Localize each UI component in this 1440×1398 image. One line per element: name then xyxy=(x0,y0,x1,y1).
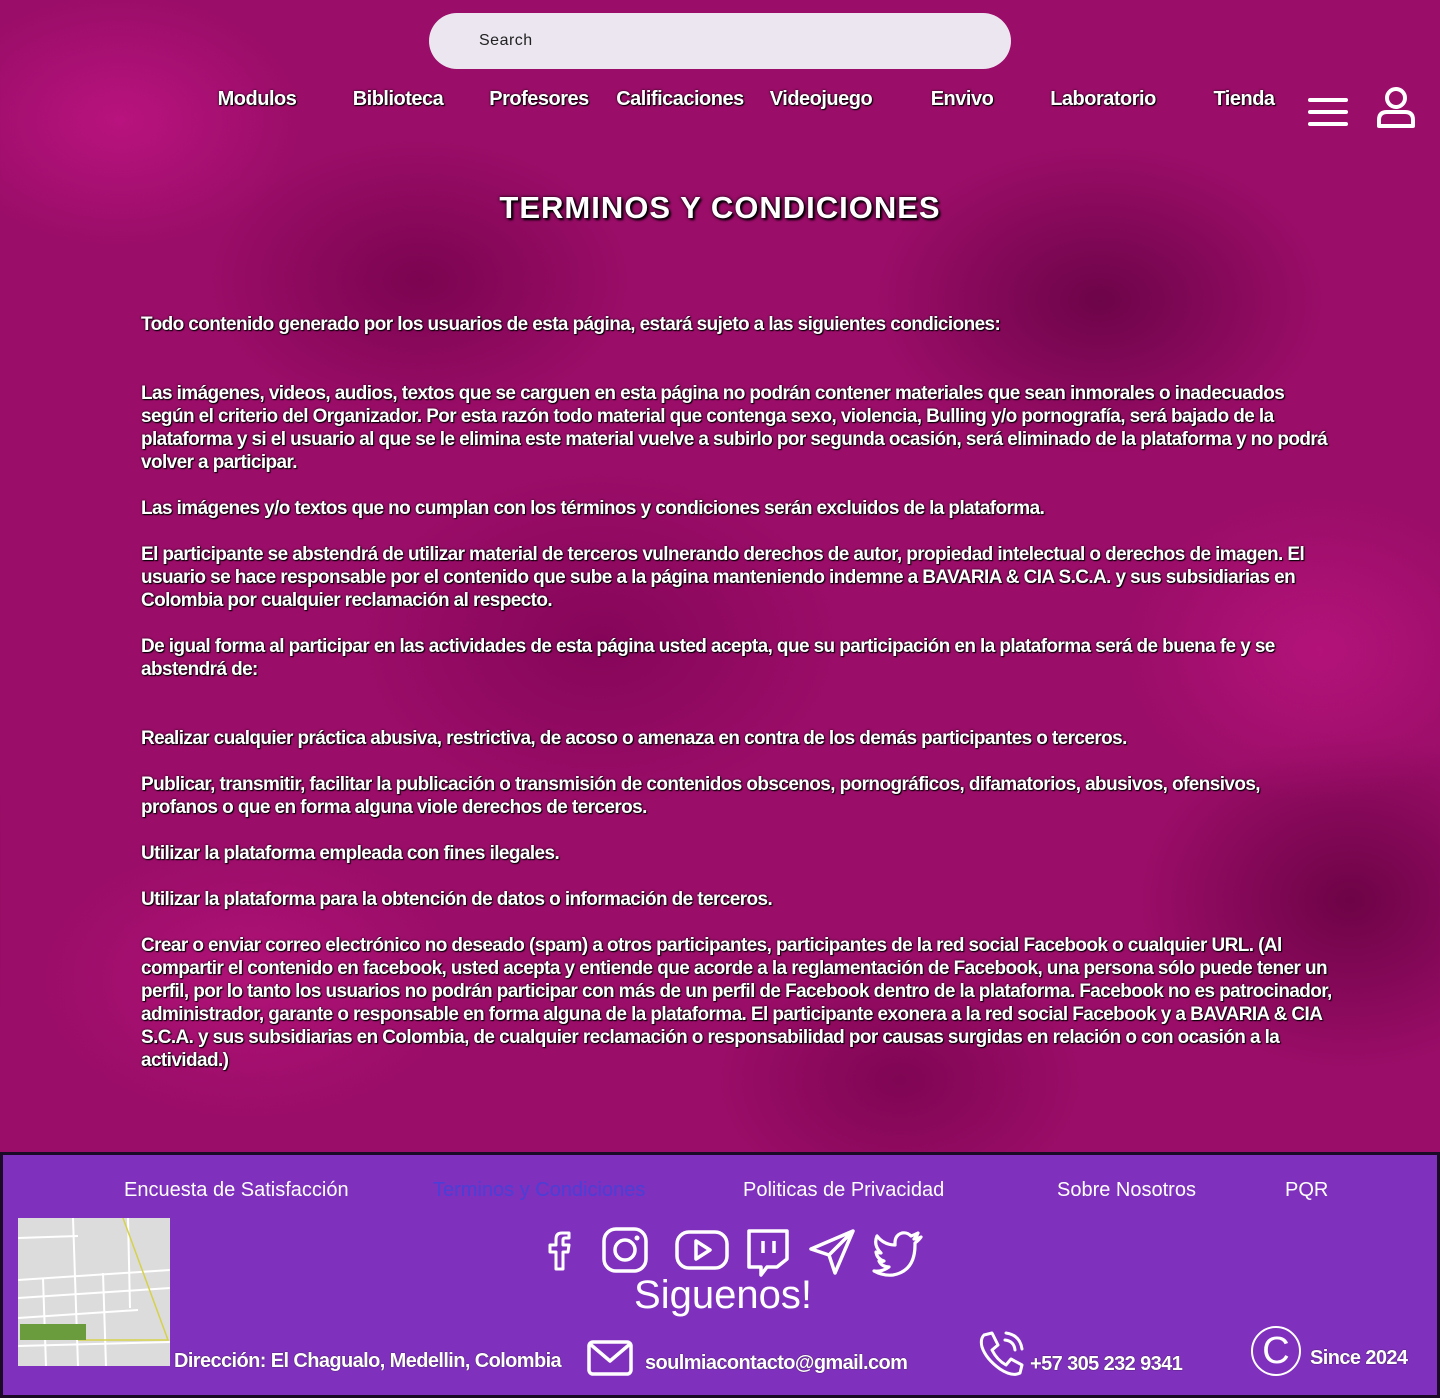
page-title: TERMINOS Y CONDICIONES xyxy=(499,190,941,225)
terms-paragraph: Las imágenes, videos, audios, textos que… xyxy=(141,383,1328,473)
footer-link-sobre-nosotros[interactable]: Sobre Nosotros xyxy=(1057,1179,1196,1202)
twitter-icon[interactable] xyxy=(871,1223,925,1279)
copyright-icon: C xyxy=(1251,1326,1301,1376)
main-nav: Modulos Biblioteca Profesores Calificaci… xyxy=(0,88,1440,118)
terms-content: Todo contenido generado por los usuarios… xyxy=(141,313,1341,1072)
nav-item-profesores[interactable]: Profesores xyxy=(469,88,609,111)
user-profile-icon[interactable] xyxy=(1376,86,1416,128)
nav-item-modulos[interactable]: Modulos xyxy=(187,88,327,111)
terms-paragraph: De igual forma al participar en las acti… xyxy=(141,636,1275,680)
since-text: Since 2024 xyxy=(1310,1347,1408,1369)
follow-us-label: Siguenos! xyxy=(634,1273,812,1317)
nav-item-tienda[interactable]: Tienda xyxy=(1174,88,1314,111)
phone-icon xyxy=(979,1331,1024,1376)
terms-paragraph: Utilizar la plataforma para la obtención… xyxy=(141,889,773,910)
email-link[interactable]: soulmiacontacto@gmail.com xyxy=(645,1352,908,1375)
address-text: Dirección: El Chagualo, Medellin, Colomb… xyxy=(174,1350,562,1372)
terms-paragraph: Utilizar la plataforma empleada con fine… xyxy=(141,843,560,864)
footer-link-privacidad[interactable]: Politicas de Privacidad xyxy=(743,1179,944,1202)
facebook-icon[interactable] xyxy=(540,1223,580,1279)
footer: Encuesta de Satisfacción Terminos y Cond… xyxy=(0,1152,1440,1398)
twitch-icon[interactable] xyxy=(743,1223,791,1279)
telegram-icon[interactable] xyxy=(807,1223,859,1279)
footer-link-encuesta[interactable]: Encuesta de Satisfacción xyxy=(124,1179,349,1202)
email-icon xyxy=(587,1340,633,1376)
terms-paragraph: Crear o enviar correo electrónico no des… xyxy=(141,935,1332,1071)
terms-paragraph: El participante se abstendrá de utilizar… xyxy=(141,544,1305,611)
nav-item-envivo[interactable]: Envivo xyxy=(892,88,1032,111)
search-input[interactable] xyxy=(477,31,961,51)
terms-paragraph: Realizar cualquier práctica abusiva, res… xyxy=(141,728,1127,749)
terms-paragraph: Todo contenido generado por los usuarios… xyxy=(141,314,1001,335)
nav-item-biblioteca[interactable]: Biblioteca xyxy=(328,88,468,111)
search-bar[interactable] xyxy=(429,13,1011,69)
terms-paragraph: Las imágenes y/o textos que no cumplan c… xyxy=(141,498,1045,519)
nav-item-laboratorio[interactable]: Laboratorio xyxy=(1033,88,1173,111)
terms-paragraph: Publicar, transmitir, facilitar la publi… xyxy=(141,774,1261,818)
footer-link-pqr[interactable]: PQR xyxy=(1285,1179,1328,1202)
phone-number[interactable]: +57 305 232 9341 xyxy=(1030,1353,1183,1376)
nav-item-videojuego[interactable]: Videojuego xyxy=(751,88,891,111)
nav-item-calificaciones[interactable]: Calificaciones xyxy=(610,88,750,111)
instagram-icon[interactable] xyxy=(600,1223,652,1279)
footer-link-terminos[interactable]: Terminos y Condiciones xyxy=(433,1179,645,1202)
hamburger-menu-icon[interactable] xyxy=(1308,98,1348,126)
youtube-icon[interactable] xyxy=(673,1223,731,1279)
